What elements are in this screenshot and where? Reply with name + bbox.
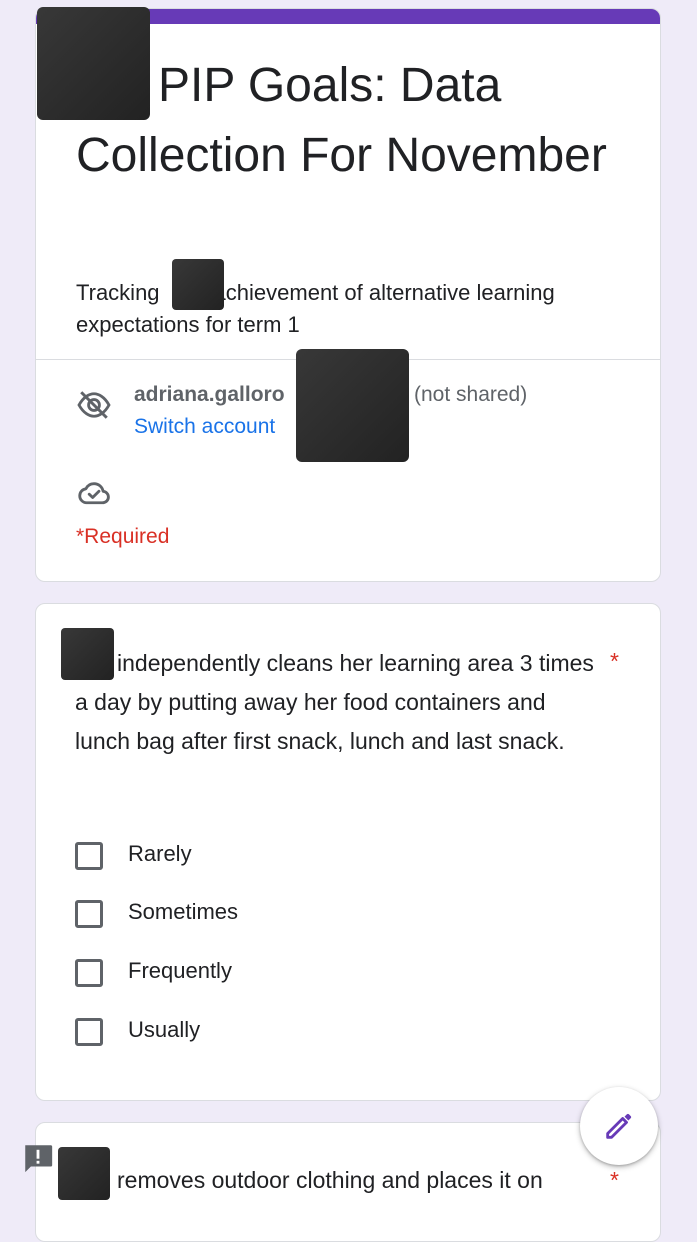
switch-account-link[interactable]: Switch account <box>134 415 275 439</box>
edit-fab-button[interactable] <box>580 1087 658 1165</box>
checkbox-option-sometimes[interactable]: Sometimes <box>75 896 475 936</box>
required-asterisk: * <box>610 1167 619 1193</box>
account-email: adriana.galloro <box>134 383 285 406</box>
eye-off-icon <box>77 391 111 419</box>
form-description-start: Tracking <box>76 280 160 305</box>
checkbox[interactable] <box>75 842 103 870</box>
redaction-block <box>61 628 114 680</box>
option-label: Rarely <box>128 841 192 866</box>
question-card: independently cleans her learning area 3… <box>35 603 661 1101</box>
checkbox-option-frequently[interactable]: Frequently <box>75 955 475 995</box>
form-description: Tracking achievement of alternative learn… <box>76 277 636 341</box>
feedback-icon[interactable] <box>21 1141 55 1175</box>
cloud-done-icon <box>78 482 110 505</box>
required-asterisk: * <box>610 648 619 674</box>
form-title: PIP Goals: Data Collection For November <box>76 59 607 182</box>
option-label: Sometimes <box>128 899 239 924</box>
pencil-icon <box>606 1113 632 1139</box>
redaction-block <box>37 7 150 120</box>
question-text-body: independently cleans her learning area 3… <box>75 650 594 754</box>
option-label: Usually <box>128 1017 201 1042</box>
question-card: removes outdoor clothing and places it o… <box>35 1122 661 1242</box>
checkbox[interactable] <box>75 900 103 928</box>
question-text: removes outdoor clothing and places it o… <box>117 1167 543 1193</box>
question-text: independently cleans her learning area 3… <box>75 644 595 761</box>
not-shared-label: (not shared) <box>414 383 528 406</box>
checkbox[interactable] <box>75 959 103 987</box>
required-note: *Required <box>76 525 170 548</box>
checkbox-option-rarely[interactable]: Rarely <box>75 838 475 878</box>
option-label: Frequently <box>128 958 232 983</box>
redaction-block <box>296 349 409 462</box>
checkbox[interactable] <box>75 1018 103 1046</box>
redaction-block <box>58 1147 110 1200</box>
checkbox-option-usually[interactable]: Usually <box>75 1014 475 1054</box>
redaction-block <box>172 259 224 310</box>
